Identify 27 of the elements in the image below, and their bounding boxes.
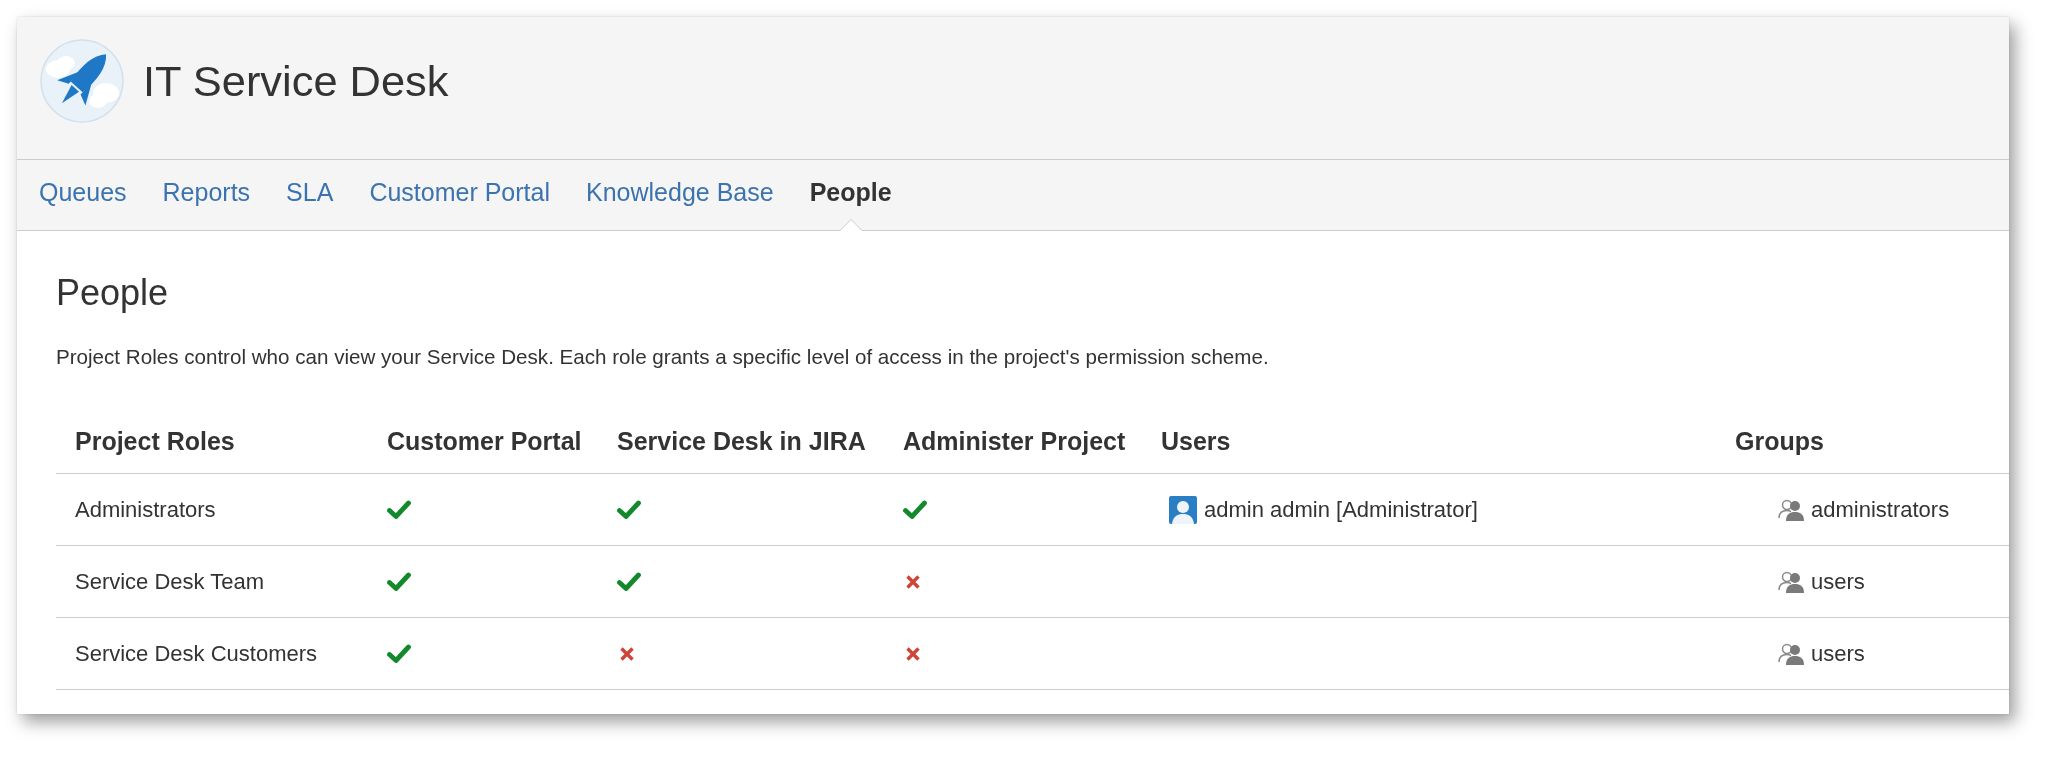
group-icon (1778, 569, 1804, 594)
group-name: administrators (1811, 496, 1950, 523)
page-heading: People (56, 273, 169, 313)
rocket-icon (40, 39, 124, 123)
nav-tab[interactable]: SLA (268, 160, 352, 231)
nav-tab[interactable]: Reports (144, 160, 269, 231)
nav-tab[interactable]: People (791, 160, 910, 231)
column-header: Project Roles (56, 409, 368, 474)
column-header: Service Desk in JIRA (598, 409, 884, 474)
column-header: Users (1142, 409, 1716, 474)
role-cell: Service Desk Customers (56, 617, 368, 690)
role-cell: Administrators (56, 473, 368, 546)
page-description: Project Roles control who can view your Service Desk. Each role grants a specific level of access in the project's permission scheme. (56, 344, 1269, 370)
nav-tab[interactable]: Customer Portal (351, 160, 568, 231)
role-cell: Service Desk Team (56, 545, 368, 618)
group-name: users (1811, 568, 1865, 595)
user-name: admin admin [Administrator] (1204, 496, 1478, 523)
nav-tab[interactable]: Queues (21, 160, 145, 231)
group-icon (1778, 497, 1804, 522)
column-header: Customer Portal (368, 409, 598, 474)
column-header: Administer Project (884, 409, 1142, 474)
group-icon (1778, 641, 1804, 666)
nav-tab[interactable]: Knowledge Base (568, 160, 792, 231)
column-header: Groups (1716, 409, 2009, 474)
user-avatar-icon (1169, 495, 1197, 524)
project-title: IT Service Desk (143, 56, 449, 106)
group-name: users (1811, 640, 1865, 667)
